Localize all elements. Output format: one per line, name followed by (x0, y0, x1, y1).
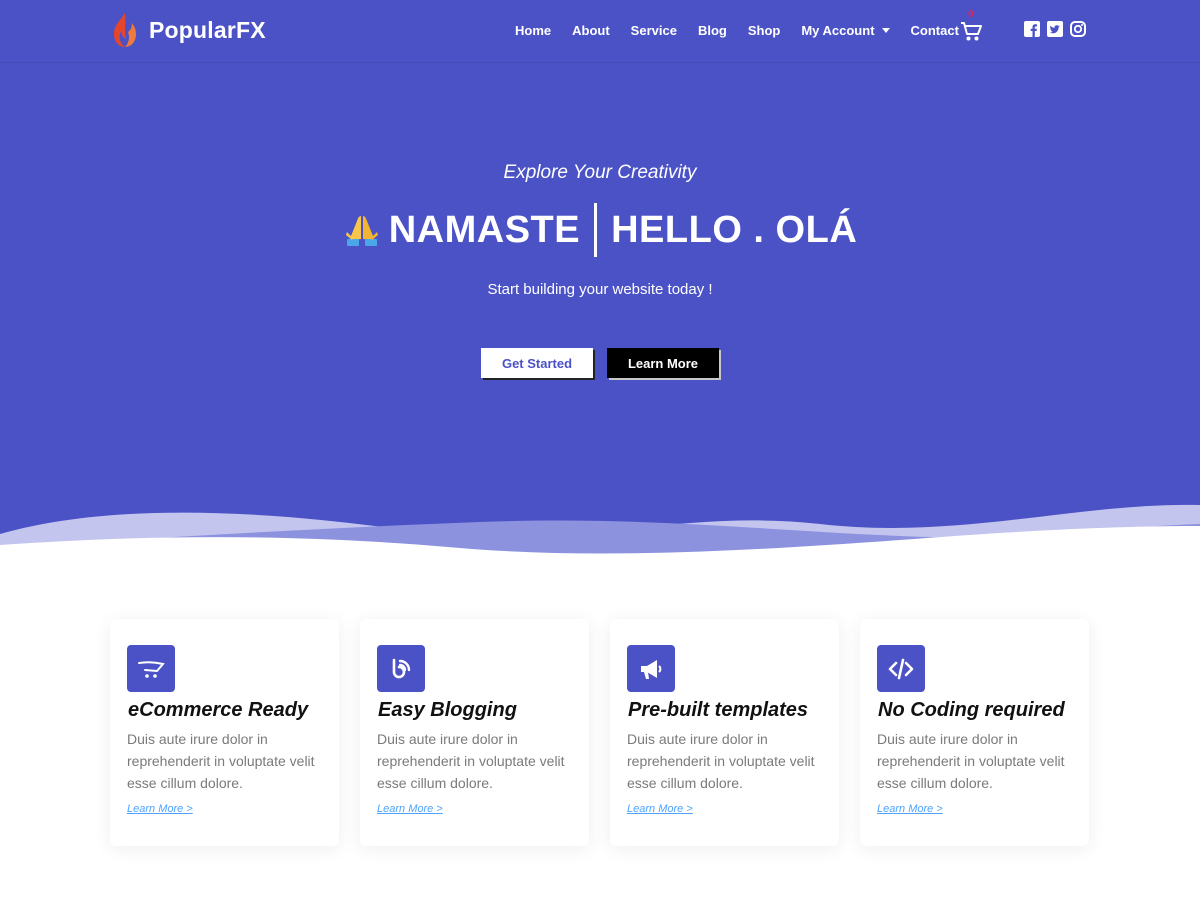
feature-description: Duis aute irure dolor in reprehenderit i… (627, 731, 815, 791)
nav-my-account[interactable]: My Account (801, 23, 890, 38)
shopping-cart-icon (138, 660, 165, 678)
feature-description: Duis aute irure dolor in reprehenderit i… (127, 731, 315, 791)
hero-subtitle: Start building your website today ! (487, 281, 713, 298)
feature-title: Easy Blogging (378, 699, 517, 721)
feature-icon-box (377, 645, 425, 692)
blog-feed-icon (392, 658, 411, 678)
feature-card-templates: Pre-built templates Duis aute irure dolo… (610, 619, 839, 846)
feature-title: Pre-built templates (628, 699, 809, 721)
code-icon (888, 658, 914, 679)
get-started-button[interactable]: Get Started (481, 348, 593, 378)
feature-learn-more-link[interactable]: Learn More > (377, 803, 443, 815)
feature-icon-box (127, 645, 175, 692)
feature-title: eCommerce Ready (128, 699, 309, 721)
feature-card-ecommerce: eCommerce Ready Duis aute irure dolor in… (110, 619, 339, 846)
nav-home[interactable]: Home (515, 23, 551, 38)
site-header: PopularFX Home About Service Blog Shop M… (0, 0, 1200, 63)
flame-logo-icon (114, 13, 136, 47)
chevron-down-icon (881, 28, 890, 33)
logo-text: PopularFX (149, 16, 266, 43)
feature-learn-more-link[interactable]: Learn More > (627, 803, 693, 815)
feature-description: Duis aute irure dolor in reprehenderit i… (877, 731, 1065, 791)
hero-wave-divider (0, 504, 1200, 580)
instagram-icon[interactable] (1070, 21, 1086, 37)
folded-hands-icon (345, 216, 378, 246)
headline-right: HELLO . OLÁ (611, 208, 858, 251)
megaphone-icon (641, 659, 662, 679)
cart-icon[interactable] (960, 18, 982, 42)
feature-icon-box (627, 645, 675, 692)
hero-tagline: Explore Your Creativity (503, 162, 697, 183)
nav-shop[interactable]: Shop (748, 23, 781, 38)
learn-more-button[interactable]: Learn More (607, 348, 719, 378)
nav-my-account-label: My Account (801, 23, 875, 38)
facebook-icon[interactable] (1024, 21, 1040, 37)
nav-about[interactable]: About (572, 23, 610, 38)
main-nav: Home About Service Blog Shop My Account … (515, 23, 980, 38)
headline-divider (594, 203, 598, 257)
nav-blog[interactable]: Blog (698, 23, 727, 38)
feature-learn-more-link[interactable]: Learn More > (877, 803, 943, 815)
feature-card-no-coding: No Coding required Duis aute irure dolor… (860, 619, 1089, 846)
headline-left: NAMASTE (388, 208, 581, 251)
twitter-icon[interactable] (1047, 21, 1063, 37)
feature-card-blogging: Easy Blogging Duis aute irure dolor in r… (360, 619, 589, 846)
cart-count-badge: 0 (968, 9, 974, 20)
feature-title: No Coding required (878, 699, 1065, 721)
nav-contact[interactable]: Contact (911, 23, 959, 38)
feature-description: Duis aute irure dolor in reprehenderit i… (377, 731, 565, 791)
nav-service[interactable]: Service (631, 23, 677, 38)
feature-icon-box (877, 645, 925, 692)
hero-headline: NAMASTE HELLO . OLÁ (0, 203, 1200, 257)
site-logo[interactable]: PopularFX (111, 12, 266, 48)
hero-section (0, 0, 1200, 560)
feature-learn-more-link[interactable]: Learn More > (127, 803, 193, 815)
social-links (1024, 21, 1093, 37)
